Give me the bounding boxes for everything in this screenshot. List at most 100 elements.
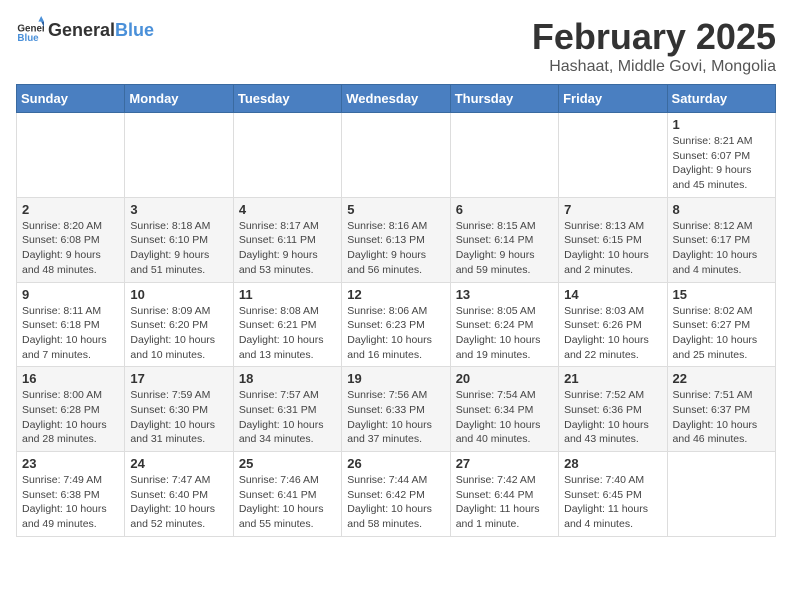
calendar-cell: 22 Sunrise: 7:51 AM Sunset: 6:37 PM Dayli… (667, 367, 775, 452)
day-info: Sunrise: 7:51 AM Sunset: 6:37 PM Dayligh… (673, 388, 770, 447)
day-number: 14 (564, 287, 661, 302)
day-info: Sunrise: 8:17 AM Sunset: 6:11 PM Dayligh… (239, 219, 336, 278)
day-number: 2 (22, 202, 119, 217)
calendar-cell (17, 113, 125, 198)
month-year-title: February 2025 (532, 16, 776, 58)
calendar-cell: 8 Sunrise: 8:12 AM Sunset: 6:17 PM Daylig… (667, 197, 775, 282)
day-number: 25 (239, 456, 336, 471)
day-info: Sunrise: 7:59 AM Sunset: 6:30 PM Dayligh… (130, 388, 227, 447)
calendar-week-row: 1 Sunrise: 8:21 AM Sunset: 6:07 PM Daylig… (17, 113, 776, 198)
calendar-cell: 1 Sunrise: 8:21 AM Sunset: 6:07 PM Daylig… (667, 113, 775, 198)
day-info: Sunrise: 8:08 AM Sunset: 6:21 PM Dayligh… (239, 304, 336, 363)
day-number: 1 (673, 117, 770, 132)
day-info: Sunrise: 8:15 AM Sunset: 6:14 PM Dayligh… (456, 219, 553, 278)
calendar-cell: 25 Sunrise: 7:46 AM Sunset: 6:41 PM Dayli… (233, 452, 341, 537)
calendar-cell: 28Sunrise: 7:40 AM Sunset: 6:45 PM Dayli… (559, 452, 667, 537)
calendar-cell: 26 Sunrise: 7:44 AM Sunset: 6:42 PM Dayli… (342, 452, 450, 537)
day-number: 13 (456, 287, 553, 302)
day-info: Sunrise: 8:12 AM Sunset: 6:17 PM Dayligh… (673, 219, 770, 278)
calendar-cell: 17 Sunrise: 7:59 AM Sunset: 6:30 PM Dayli… (125, 367, 233, 452)
day-number: 23 (22, 456, 119, 471)
day-number: 7 (564, 202, 661, 217)
day-of-week-header: Friday (559, 85, 667, 113)
day-number: 19 (347, 371, 444, 386)
calendar-cell: 16 Sunrise: 8:00 AM Sunset: 6:28 PM Dayli… (17, 367, 125, 452)
calendar-cell (667, 452, 775, 537)
day-info: Sunrise: 7:40 AM Sunset: 6:45 PM Dayligh… (564, 473, 661, 532)
calendar-header-row: SundayMondayTuesdayWednesdayThursdayFrid… (17, 85, 776, 113)
day-info: Sunrise: 8:21 AM Sunset: 6:07 PM Dayligh… (673, 134, 770, 193)
calendar-week-row: 23 Sunrise: 7:49 AM Sunset: 6:38 PM Dayli… (17, 452, 776, 537)
day-info: Sunrise: 8:16 AM Sunset: 6:13 PM Dayligh… (347, 219, 444, 278)
calendar-cell: 19 Sunrise: 7:56 AM Sunset: 6:33 PM Dayli… (342, 367, 450, 452)
day-info: Sunrise: 7:46 AM Sunset: 6:41 PM Dayligh… (239, 473, 336, 532)
day-info: Sunrise: 8:03 AM Sunset: 6:26 PM Dayligh… (564, 304, 661, 363)
calendar-cell: 27 Sunrise: 7:42 AM Sunset: 6:44 PM Dayli… (450, 452, 558, 537)
calendar-week-row: 2 Sunrise: 8:20 AM Sunset: 6:08 PM Daylig… (17, 197, 776, 282)
day-info: Sunrise: 8:06 AM Sunset: 6:23 PM Dayligh… (347, 304, 444, 363)
day-of-week-header: Wednesday (342, 85, 450, 113)
title-area: February 2025 Hashaat, Middle Govi, Mong… (532, 16, 776, 76)
calendar-cell: 13 Sunrise: 8:05 AM Sunset: 6:24 PM Dayli… (450, 282, 558, 367)
day-number: 17 (130, 371, 227, 386)
calendar-cell (559, 113, 667, 198)
header: General Blue General Blue February 2025 … (16, 16, 776, 76)
day-number: 16 (22, 371, 119, 386)
calendar-cell: 21 Sunrise: 7:52 AM Sunset: 6:36 PM Dayli… (559, 367, 667, 452)
day-number: 26 (347, 456, 444, 471)
day-of-week-header: Thursday (450, 85, 558, 113)
calendar-cell: 5Sunrise: 8:16 AM Sunset: 6:13 PM Daylig… (342, 197, 450, 282)
calendar-cell: 14 Sunrise: 8:03 AM Sunset: 6:26 PM Dayli… (559, 282, 667, 367)
day-info: Sunrise: 7:54 AM Sunset: 6:34 PM Dayligh… (456, 388, 553, 447)
day-info: Sunrise: 8:13 AM Sunset: 6:15 PM Dayligh… (564, 219, 661, 278)
day-number: 18 (239, 371, 336, 386)
day-number: 12 (347, 287, 444, 302)
day-info: Sunrise: 7:52 AM Sunset: 6:36 PM Dayligh… (564, 388, 661, 447)
calendar-cell: 24Sunrise: 7:47 AM Sunset: 6:40 PM Dayli… (125, 452, 233, 537)
day-of-week-header: Sunday (17, 85, 125, 113)
calendar-cell: 4Sunrise: 8:17 AM Sunset: 6:11 PM Daylig… (233, 197, 341, 282)
logo-icon: General Blue (16, 16, 44, 44)
logo: General Blue General Blue (16, 16, 154, 44)
svg-text:Blue: Blue (17, 33, 39, 44)
day-of-week-header: Saturday (667, 85, 775, 113)
logo-general-text: General (48, 20, 115, 41)
day-number: 3 (130, 202, 227, 217)
calendar-cell: 3 Sunrise: 8:18 AM Sunset: 6:10 PM Daylig… (125, 197, 233, 282)
calendar-cell: 23 Sunrise: 7:49 AM Sunset: 6:38 PM Dayli… (17, 452, 125, 537)
day-info: Sunrise: 8:05 AM Sunset: 6:24 PM Dayligh… (456, 304, 553, 363)
day-of-week-header: Monday (125, 85, 233, 113)
calendar-week-row: 9 Sunrise: 8:11 AM Sunset: 6:18 PM Daylig… (17, 282, 776, 367)
day-info: Sunrise: 7:57 AM Sunset: 6:31 PM Dayligh… (239, 388, 336, 447)
day-number: 22 (673, 371, 770, 386)
calendar-cell (125, 113, 233, 198)
calendar-cell: 11Sunrise: 8:08 AM Sunset: 6:21 PM Dayli… (233, 282, 341, 367)
calendar-cell: 6Sunrise: 8:15 AM Sunset: 6:14 PM Daylig… (450, 197, 558, 282)
day-number: 20 (456, 371, 553, 386)
day-number: 21 (564, 371, 661, 386)
calendar-cell: 2 Sunrise: 8:20 AM Sunset: 6:08 PM Daylig… (17, 197, 125, 282)
calendar-cell: 12 Sunrise: 8:06 AM Sunset: 6:23 PM Dayli… (342, 282, 450, 367)
day-of-week-header: Tuesday (233, 85, 341, 113)
calendar-cell: 15Sunrise: 8:02 AM Sunset: 6:27 PM Dayli… (667, 282, 775, 367)
day-number: 8 (673, 202, 770, 217)
location-subtitle: Hashaat, Middle Govi, Mongolia (532, 58, 776, 76)
day-info: Sunrise: 8:18 AM Sunset: 6:10 PM Dayligh… (130, 219, 227, 278)
day-info: Sunrise: 7:56 AM Sunset: 6:33 PM Dayligh… (347, 388, 444, 447)
day-info: Sunrise: 8:00 AM Sunset: 6:28 PM Dayligh… (22, 388, 119, 447)
calendar-cell: 20 Sunrise: 7:54 AM Sunset: 6:34 PM Dayli… (450, 367, 558, 452)
day-info: Sunrise: 7:42 AM Sunset: 6:44 PM Dayligh… (456, 473, 553, 532)
calendar-cell: 10Sunrise: 8:09 AM Sunset: 6:20 PM Dayli… (125, 282, 233, 367)
calendar-cell (450, 113, 558, 198)
calendar-cell: 7 Sunrise: 8:13 AM Sunset: 6:15 PM Daylig… (559, 197, 667, 282)
day-info: Sunrise: 7:49 AM Sunset: 6:38 PM Dayligh… (22, 473, 119, 532)
day-number: 24 (130, 456, 227, 471)
day-number: 9 (22, 287, 119, 302)
day-info: Sunrise: 8:20 AM Sunset: 6:08 PM Dayligh… (22, 219, 119, 278)
logo-blue-text: Blue (115, 20, 154, 41)
calendar-cell (342, 113, 450, 198)
day-info: Sunrise: 8:09 AM Sunset: 6:20 PM Dayligh… (130, 304, 227, 363)
day-info: Sunrise: 8:11 AM Sunset: 6:18 PM Dayligh… (22, 304, 119, 363)
day-number: 27 (456, 456, 553, 471)
day-info: Sunrise: 7:44 AM Sunset: 6:42 PM Dayligh… (347, 473, 444, 532)
